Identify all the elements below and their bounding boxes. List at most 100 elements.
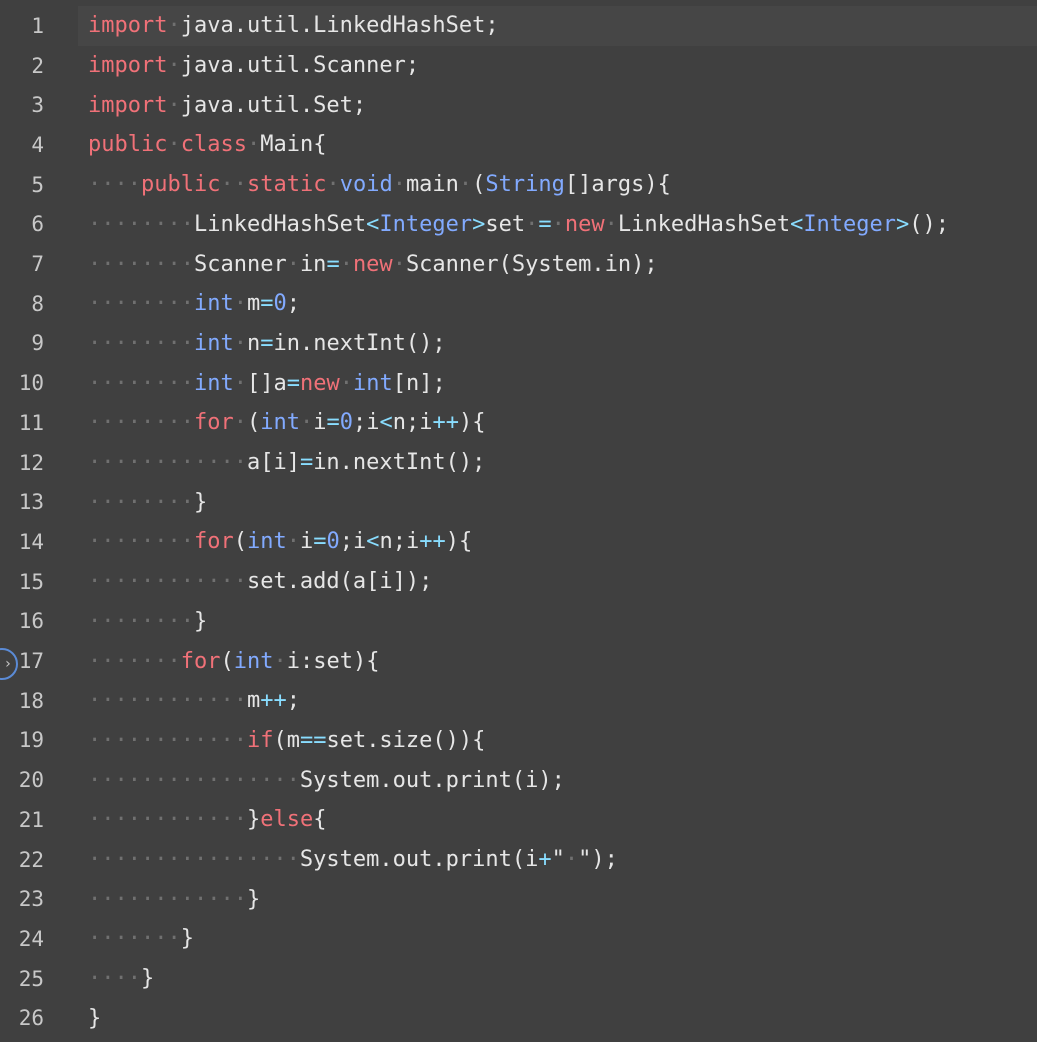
code-token: int [233,648,274,674]
code-token: java.util.Set; [180,92,367,118]
code-line[interactable]: 18 ············ m ++; [0,681,1037,721]
code-token: n;i [379,529,420,555]
code-text[interactable]: import · java.util.Scanner; [78,46,1037,86]
code-token: = [286,370,300,396]
code-line[interactable]: 2 import · java.util.Scanner; [0,46,1037,86]
code-line[interactable]: 9 ········ int · n = in.nextInt(); [0,324,1037,364]
code-text[interactable]: ········} [78,602,1037,642]
code-line[interactable]: 13 ········} [0,482,1037,522]
code-text[interactable]: ···· public ·· static · void · main ·(String []ar… [78,165,1037,205]
code-line[interactable]: 17 ······· for(int · i:set){ [0,641,1037,681]
code-text[interactable]: ········ LinkedHashSet < Integer > set · = · new ·… [78,205,1037,245]
code-token: ········ [88,291,194,317]
code-editor[interactable]: 1 import · java.util.LinkedHashSet; 2 import ·… [0,0,1037,1042]
code-line[interactable]: 10 ········ int · []a = new · int [n]; [0,363,1037,403]
code-line[interactable]: 16 ········} [0,602,1037,642]
code-text[interactable]: ············ m ++; [78,681,1037,721]
code-text[interactable]: ········ for ·(int · i = 0 ;i < n;i ++){ [78,403,1037,443]
code-token: == [299,727,327,753]
code-token: · [525,211,539,237]
code-line[interactable]: 22 ················ System.out.print(i + " · "… [0,840,1037,880]
code-text[interactable]: ········ int · []a = new · int [n]; [78,363,1037,403]
code-line[interactable]: 20 ················ System.out.print(i); [0,760,1037,800]
code-token: ············ [88,450,247,476]
code-token: int [352,370,393,396]
code-token: · [564,847,579,873]
code-text[interactable]: ············} else{ [78,800,1037,840]
code-text[interactable]: ········} [78,482,1037,522]
code-line[interactable]: 23 ············} [0,879,1037,919]
code-token: ++ [260,688,287,714]
code-token: a[i] [246,450,300,476]
line-number: 24 [18,926,44,951]
line-number: 2 [31,53,44,78]
code-token: i [299,529,314,555]
code-token: i [313,410,327,436]
code-text[interactable]: public · class · Main{ [78,125,1037,165]
code-token: ( [220,648,234,674]
code-line[interactable]: 24 ·······} [0,919,1037,959]
code-token: [n]; [392,370,446,396]
code-line[interactable]: 4 public · class · Main{ [0,125,1037,165]
code-token: > [896,211,910,237]
code-line[interactable]: 11 ········ for ·(int · i = 0 ;i < n;i ++){ [0,403,1037,443]
code-token: < [790,211,804,237]
code-token: ········ [88,330,194,356]
code-line[interactable]: 1 import · java.util.LinkedHashSet; [0,6,1037,46]
line-number: 16 [18,609,44,634]
code-line[interactable]: 21 ············} else{ [0,800,1037,840]
code-line[interactable]: 25 ····} [0,959,1037,999]
line-number: 10 [18,371,44,396]
code-line[interactable]: 5 ···· public ·· static · void · main ·(String []a… [0,165,1037,205]
code-token: · [273,648,287,674]
code-line[interactable]: 19 ············ if (m == set.size()){ [0,721,1037,761]
code-token: Integer [803,211,897,237]
code-text[interactable]: ············ set.add(a[i]); [78,562,1037,602]
code-token: } [246,807,261,833]
code-text[interactable]: ············ a[i] = in.nextInt(); [78,443,1037,483]
code-text[interactable]: ············ if (m == set.size()){ [78,721,1037,761]
code-text[interactable]: ······· for(int · i:set){ [78,641,1037,681]
code-token: ········ [88,608,194,634]
code-text[interactable]: ············} [78,879,1037,919]
code-text[interactable]: ········ int · m = 0; [78,284,1037,324]
code-text[interactable]: ········ for(int · i = 0 ;i < n;i ++){ [78,522,1037,562]
code-text[interactable]: ········ int · n = in.nextInt(); [78,324,1037,364]
code-token: ++ [432,410,459,436]
code-line[interactable]: 8 ········ int · m = 0; [0,284,1037,324]
code-text[interactable]: ····} [78,959,1037,999]
code-text[interactable]: ················ System.out.print(i); [78,760,1037,800]
code-token: · [392,251,406,277]
code-line[interactable]: 15 ············ set.add(a[i]); [0,562,1037,602]
code-token: main [405,172,459,198]
code-token: ············ [88,727,247,753]
code-line[interactable]: 7 ········ Scanner · in = · new · Scanner(System.… [0,244,1037,284]
code-text[interactable]: } [78,999,1037,1039]
code-token: "); [578,847,618,873]
code-line[interactable]: 12 ············ a[i] = in.nextInt(); [0,443,1037,483]
code-token: Main{ [260,132,327,158]
code-token: Scanner [193,251,287,277]
code-token: ········ [88,529,194,555]
code-text[interactable]: import · java.util.LinkedHashSet; [78,6,1037,46]
line-number: 15 [18,569,44,594]
code-token: · [233,291,247,317]
code-text[interactable]: ················ System.out.print(i + " · "); [78,840,1037,880]
code-token: · [233,410,247,436]
code-line[interactable]: 14 ········ for(int · i = 0 ;i < n;i ++){ [0,522,1037,562]
code-text[interactable]: ·······} [78,919,1037,959]
code-line[interactable]: 6 ········ LinkedHashSet < Integer > set · = · new… [0,205,1037,245]
line-number: 19 [18,728,44,753]
code-line[interactable]: 3 import · java.util.Set; [0,85,1037,125]
code-text[interactable]: import · java.util.Set; [78,85,1037,125]
code-token: · [233,370,247,396]
code-token: set.add(a[i]); [246,569,433,595]
code-token: ; [286,291,300,317]
code-line[interactable]: 26} [0,999,1037,1039]
code-token: set [485,211,526,237]
code-token: int [246,529,287,555]
code-text[interactable]: ········ Scanner · in = · new · Scanner(System.i… [78,244,1037,284]
code-token: ; [286,688,300,714]
code-token: ········ [88,410,194,436]
line-number: 25 [18,966,44,991]
